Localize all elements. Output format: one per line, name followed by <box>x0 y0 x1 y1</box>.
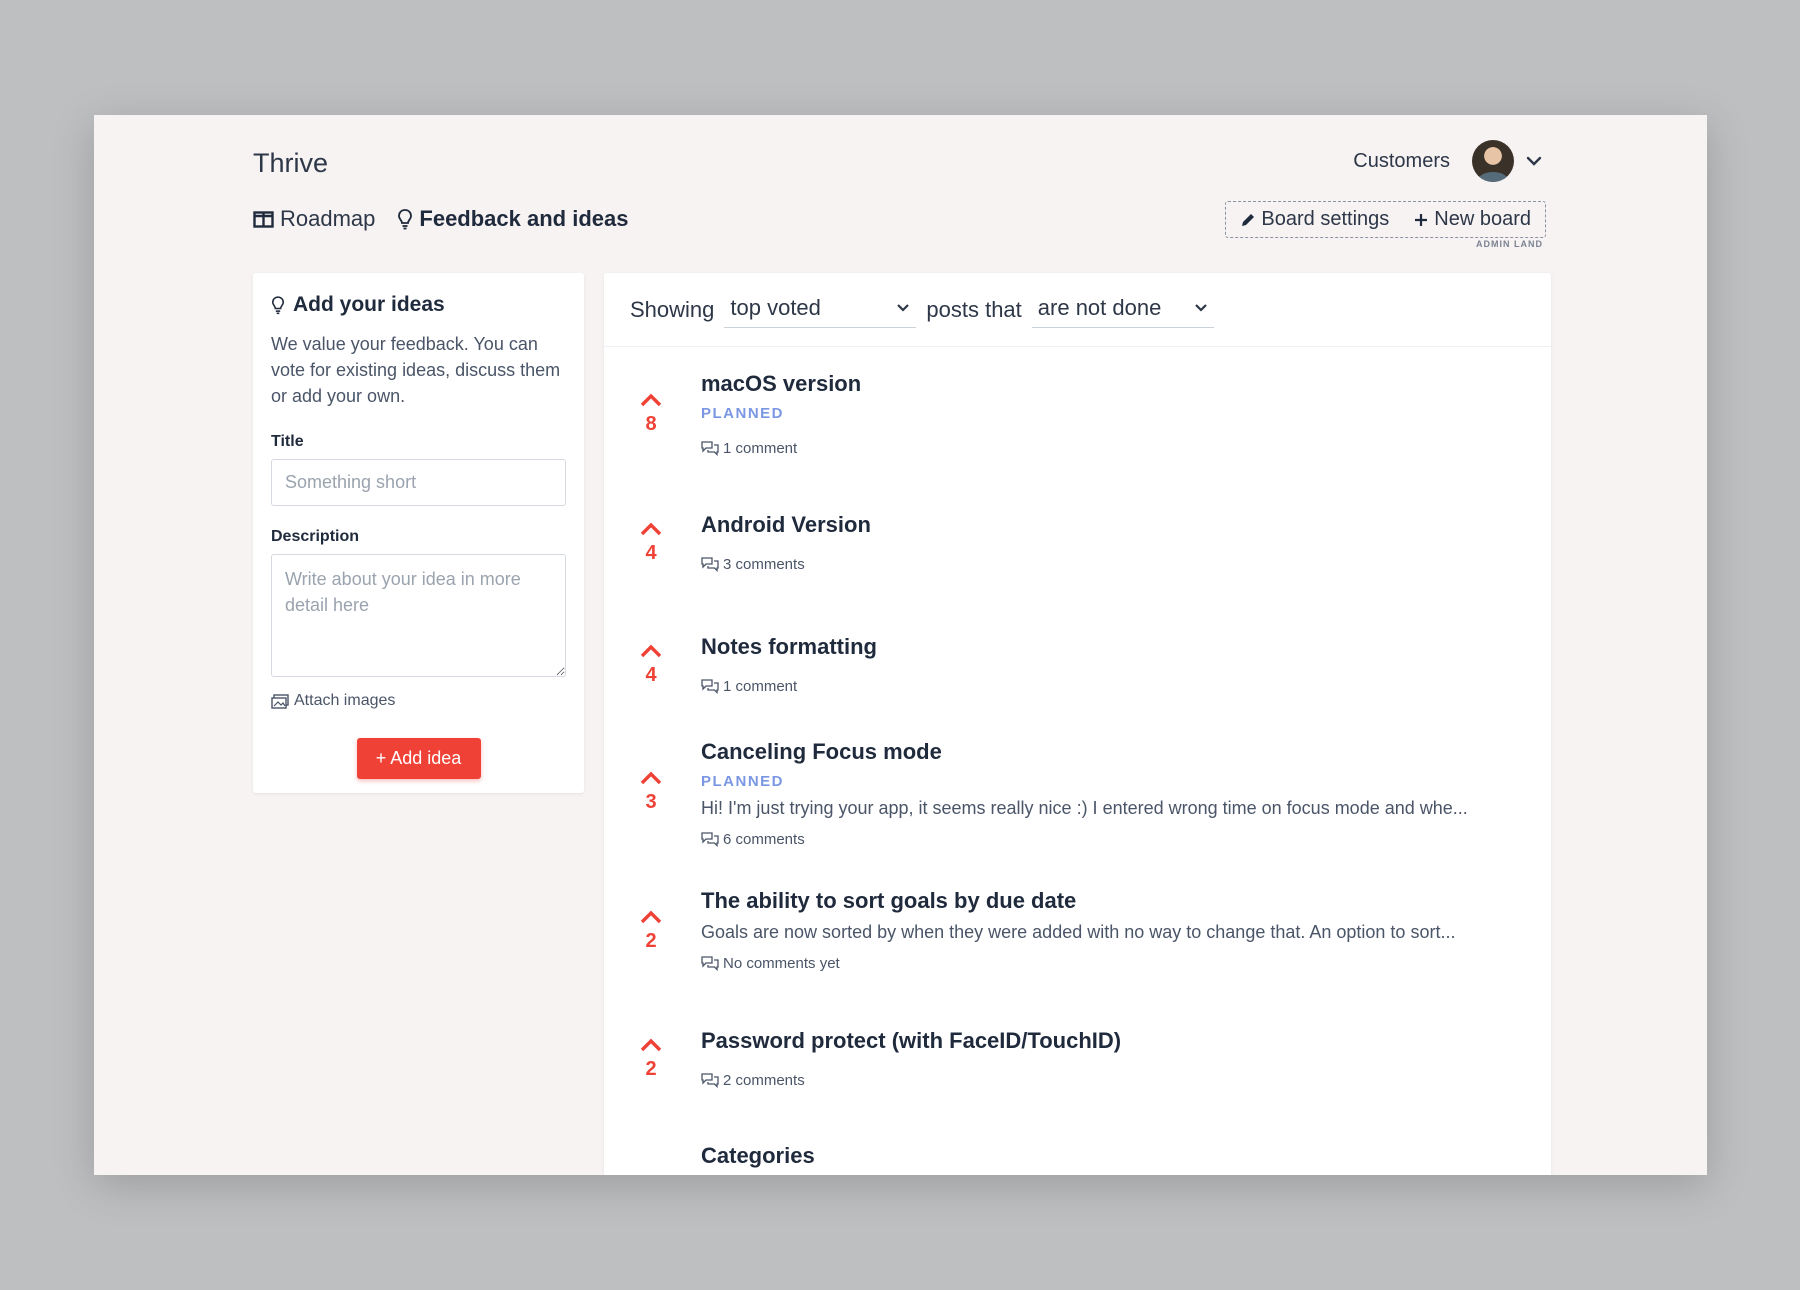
comment-icon <box>701 1073 719 1088</box>
attach-images-label: Attach images <box>294 692 396 709</box>
comment-icon <box>701 832 719 847</box>
lightbulb-icon <box>398 209 413 230</box>
comments-link[interactable]: 1 comment <box>701 440 1529 457</box>
attach-images-button[interactable]: Attach images <box>271 692 566 710</box>
vote-count: 3 <box>645 791 657 813</box>
comments-link[interactable]: 2 comments <box>701 1072 1529 1089</box>
posts-that-label: posts that <box>926 296 1022 322</box>
nav-item-roadmap[interactable]: Roadmap <box>253 206 375 232</box>
customers-link[interactable]: Customers <box>1353 150 1450 173</box>
post-title[interactable]: Canceling Focus mode <box>701 739 1529 765</box>
vote-count: 4 <box>645 542 657 564</box>
upvote-arrow-icon <box>640 771 662 785</box>
upvote-button[interactable]: 3 <box>638 771 664 814</box>
new-board-label: New board <box>1434 208 1531 230</box>
add-idea-panel: Add your ideas We value your feedback. Y… <box>253 273 584 793</box>
upvote-arrow-icon <box>640 522 662 536</box>
roadmap-icon <box>253 210 274 228</box>
app-window: Thrive Customers Roadmap Feedback and id… <box>94 115 1707 1175</box>
status-badge: PLANNED <box>701 773 785 790</box>
post-excerpt: Hi! I'm just trying your app, it seems r… <box>701 798 1468 818</box>
board-settings-label: Board settings <box>1261 208 1390 230</box>
nav-item-label: Feedback and ideas <box>419 206 629 231</box>
upvote-button[interactable]: 2 <box>638 910 664 953</box>
filter-bar: Showing top voted posts that are not don… <box>604 273 1551 347</box>
upvote-arrow-icon <box>640 1038 662 1052</box>
avatar[interactable] <box>1472 140 1514 182</box>
upvote-arrow-icon <box>640 644 662 658</box>
plus-icon <box>1415 213 1428 226</box>
chevron-down-icon <box>1195 304 1207 312</box>
vote-count: 4 <box>645 664 657 686</box>
showing-label: Showing <box>630 296 715 322</box>
description-label: Description <box>271 528 360 545</box>
upvote-button[interactable]: 2 <box>638 1038 664 1081</box>
upvote-arrow-icon <box>640 393 662 407</box>
board-nav: Roadmap Feedback and ideas <box>253 206 628 232</box>
status-select[interactable]: are not done <box>1031 291 1214 328</box>
add-idea-button[interactable]: + Add idea <box>356 738 481 779</box>
description-textarea[interactable] <box>271 554 566 677</box>
post-title[interactable]: The ability to sort goals by due date <box>701 888 1529 914</box>
upvote-button[interactable]: 4 <box>638 644 664 687</box>
upvote-button[interactable]: 4 <box>638 522 664 565</box>
status-badge: PLANNED <box>701 405 785 422</box>
post-title[interactable]: Notes formatting <box>701 634 1529 660</box>
new-board-button[interactable]: New board <box>1413 208 1531 231</box>
vote-count: 2 <box>645 1058 657 1080</box>
add-idea-title: Add your ideas <box>293 293 445 316</box>
comment-icon <box>701 441 719 456</box>
chevron-down-icon <box>1526 156 1542 166</box>
lightbulb-icon <box>271 296 285 315</box>
account-dropdown[interactable] <box>1472 140 1542 182</box>
user-menu: Customers <box>1353 140 1542 182</box>
comment-icon <box>701 956 719 971</box>
title-label: Title <box>271 433 304 450</box>
comments-link[interactable]: No comments yet <box>701 955 1529 972</box>
add-idea-description: We value your feedback. You can vote for… <box>271 334 561 406</box>
comments-count: 1 comment <box>723 440 798 457</box>
sort-select[interactable]: top voted <box>724 291 917 328</box>
comments-link[interactable]: 1 comment <box>701 678 1529 695</box>
nav-item-feedback[interactable]: Feedback and ideas <box>397 206 628 232</box>
comments-count: 6 comments <box>723 831 805 848</box>
comments-link[interactable]: 3 comments <box>701 556 1529 573</box>
post-title[interactable]: Password protect (with FaceID/TouchID) <box>701 1028 1529 1054</box>
comments-count: 1 comment <box>723 678 798 695</box>
comments-link[interactable]: 6 comments <box>701 831 1529 848</box>
post-title[interactable]: Categories <box>701 1143 1529 1169</box>
comments-count: 2 comments <box>723 1072 805 1089</box>
comments-count: No comments yet <box>723 955 840 972</box>
vote-count: 8 <box>645 413 657 435</box>
brand-name: Thrive <box>253 148 329 178</box>
image-icon <box>271 693 289 709</box>
add-idea-heading: Add your ideas <box>271 293 566 317</box>
pencil-icon <box>1242 213 1255 226</box>
post-title[interactable]: Android Version <box>701 512 1529 538</box>
posts-panel: Showing top voted posts that are not don… <box>604 273 1551 1175</box>
chevron-down-icon <box>897 304 910 312</box>
admin-land-label: ADMIN LAND <box>1476 239 1543 249</box>
board-settings-button[interactable]: Board settings <box>1240 208 1389 231</box>
post-excerpt: Goals are now sorted by when they were a… <box>701 922 1456 942</box>
admin-toolbar: Board settings New board <box>1225 201 1546 238</box>
comment-icon <box>701 557 719 572</box>
title-input[interactable] <box>271 459 566 506</box>
comment-icon <box>701 679 719 694</box>
status-select-value: are not done <box>1037 295 1162 320</box>
upvote-button[interactable]: 8 <box>638 393 664 436</box>
sort-select-value: top voted <box>730 295 821 320</box>
post-title[interactable]: macOS version <box>701 371 1529 397</box>
upvote-arrow-icon <box>640 910 662 924</box>
comments-count: 3 comments <box>723 556 805 573</box>
nav-item-label: Roadmap <box>280 206 376 231</box>
vote-count: 2 <box>645 930 657 952</box>
